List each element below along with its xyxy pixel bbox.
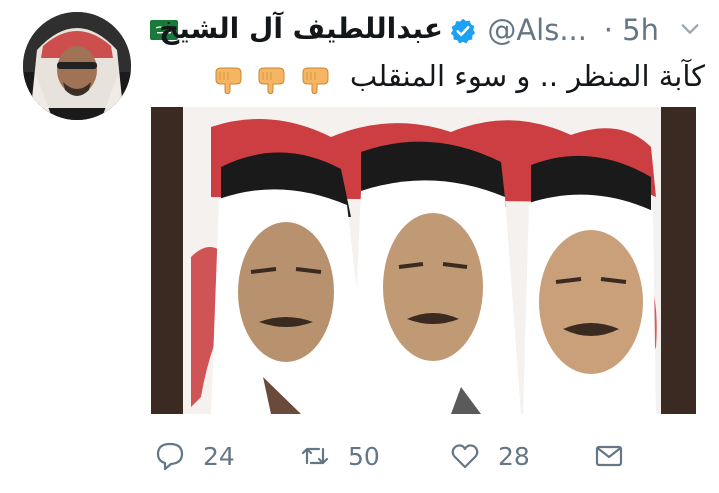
tweet-media-image[interactable] [151, 107, 696, 414]
reply-count: 24 [203, 441, 235, 471]
separator-dot: · [603, 13, 613, 47]
tweet-body: كآبة المنظر .. و سوء المنقلب [210, 56, 705, 98]
like-count: 28 [498, 441, 530, 471]
tweet-timestamp[interactable]: · 5h [604, 11, 659, 49]
time-label: 5h [622, 13, 659, 47]
verified-badge-icon [450, 18, 476, 44]
pointing-down-emoji-icon [302, 67, 329, 95]
tweet-text: كآبة المنظر .. و سوء المنقلب [349, 59, 705, 93]
tweet-header: عبداللطيف آل الشيخ @Als... · 5h [150, 8, 705, 52]
painting-image [151, 107, 696, 414]
heart-icon [451, 444, 479, 469]
author-handle[interactable]: @Als... [487, 11, 587, 49]
author-display-name[interactable]: عبداللطيف آل الشيخ [159, 9, 443, 49]
pointing-down-emoji-icon [215, 67, 242, 95]
reply-button[interactable]: 24 [155, 434, 235, 478]
reply-icon [156, 442, 184, 471]
chevron-down-icon[interactable] [679, 18, 701, 40]
avatar-image [23, 12, 131, 120]
emoji-group [210, 58, 330, 98]
tweet-actions: 24 50 28 [150, 434, 710, 478]
retweet-count: 50 [348, 441, 380, 471]
pointing-down-emoji-icon [258, 67, 285, 95]
direct-message-button[interactable] [594, 434, 624, 478]
author-avatar[interactable] [23, 12, 131, 120]
retweet-button[interactable]: 50 [300, 434, 380, 478]
retweet-icon [301, 447, 329, 465]
envelope-icon [595, 445, 623, 467]
like-button[interactable]: 28 [450, 434, 530, 478]
